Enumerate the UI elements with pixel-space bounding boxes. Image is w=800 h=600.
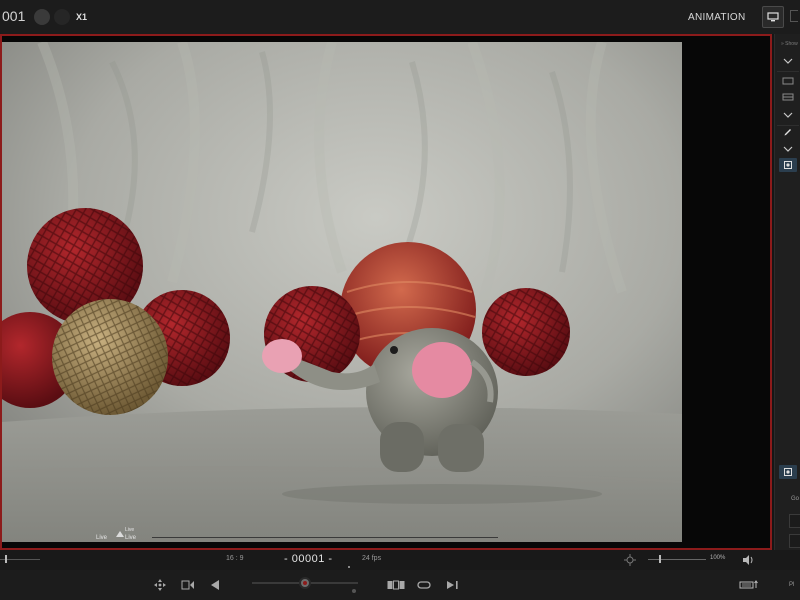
timeline-knob[interactable] <box>299 577 311 589</box>
draw-tool-button[interactable] <box>779 124 797 138</box>
panel-toggle-icon[interactable] <box>790 10 798 22</box>
film-strip-icon <box>387 580 405 590</box>
zoom-value: 100% <box>710 555 726 561</box>
frame-back-icon <box>181 580 194 590</box>
overlay-option-button[interactable] <box>779 90 797 104</box>
live-label-right: Live <box>125 535 137 541</box>
frame-scrub-line[interactable] <box>152 537 498 538</box>
live-marker-group: Live Live Live <box>92 527 152 544</box>
camera-icon <box>784 468 792 476</box>
frame-indicator-dot <box>348 566 350 568</box>
panel-divider <box>777 71 799 72</box>
panel-section-label-2: Pl <box>789 582 795 588</box>
collapse-button-3[interactable] <box>779 142 797 156</box>
camera-feed-image <box>2 42 682 542</box>
playback-speed-button[interactable]: X1 <box>76 12 87 22</box>
live-marker-icon[interactable] <box>116 531 124 537</box>
pencil-icon <box>784 129 791 136</box>
onion-skin-secondary-icon[interactable] <box>54 9 70 25</box>
keyboard-shortcuts-button[interactable] <box>738 577 760 593</box>
play-back-button[interactable] <box>208 577 222 593</box>
rectangle-lines-icon <box>782 93 794 101</box>
move-icon <box>154 579 166 591</box>
onion-opacity-knob[interactable] <box>5 555 7 563</box>
display-option-button[interactable] <box>779 74 797 88</box>
monitor-button[interactable] <box>762 6 784 28</box>
monitor-icon <box>767 12 779 22</box>
zoom-slider-knob[interactable] <box>658 555 661 563</box>
capture-mode-button[interactable] <box>779 465 797 479</box>
fps-label[interactable]: 24 fps <box>362 555 381 562</box>
chevron-down-icon <box>783 112 793 118</box>
collapse-button-1[interactable] <box>779 54 797 68</box>
speaker-icon[interactable] <box>742 554 754 566</box>
loop-icon <box>417 581 431 589</box>
play-forward-button[interactable] <box>444 577 460 593</box>
panel-title: » Show <box>781 41 798 47</box>
film-strip-button[interactable] <box>386 577 406 593</box>
zoom-slider[interactable] <box>648 559 706 560</box>
playback-info-bar: 16 : 9 - 00001 - 24 fps 100% <box>0 550 800 570</box>
timeline-marker <box>352 589 356 593</box>
panel-section-label: Go <box>791 496 800 502</box>
live-label-left: Live <box>96 535 108 541</box>
top-toolbar: 001 X1 ANIMATION <box>0 0 800 34</box>
viewer-stage[interactable]: Live Live Live <box>0 34 772 550</box>
keyboard-icon <box>739 580 758 589</box>
chevron-down-icon <box>783 58 793 64</box>
right-tool-panel: » Show Go <box>774 34 800 550</box>
live-label-top: Live <box>125 527 135 533</box>
current-frame-display[interactable]: - 00001 - <box>284 553 333 565</box>
move-button[interactable] <box>152 577 168 593</box>
aspect-ratio-label[interactable]: 16 : 9 <box>226 555 244 562</box>
capture-settings-button[interactable] <box>779 158 797 172</box>
loop-button[interactable] <box>416 577 432 593</box>
onion-skin-icon[interactable] <box>34 9 50 25</box>
camera-icon <box>784 161 792 169</box>
play-back-icon <box>211 580 219 590</box>
frame-counter: 001 <box>2 8 26 24</box>
play-forward-icon <box>447 581 458 589</box>
transport-bar: Pl <box>0 570 800 600</box>
rectangle-icon <box>782 77 794 85</box>
chevron-down-icon <box>783 146 793 152</box>
frame-back-button[interactable] <box>180 577 196 593</box>
collapse-button-2[interactable] <box>779 108 797 122</box>
panel-input-box-1[interactable] <box>789 514 800 528</box>
mode-label[interactable]: ANIMATION <box>688 12 746 23</box>
zoom-icon[interactable] <box>624 554 636 566</box>
panel-input-box-2[interactable] <box>789 534 800 548</box>
